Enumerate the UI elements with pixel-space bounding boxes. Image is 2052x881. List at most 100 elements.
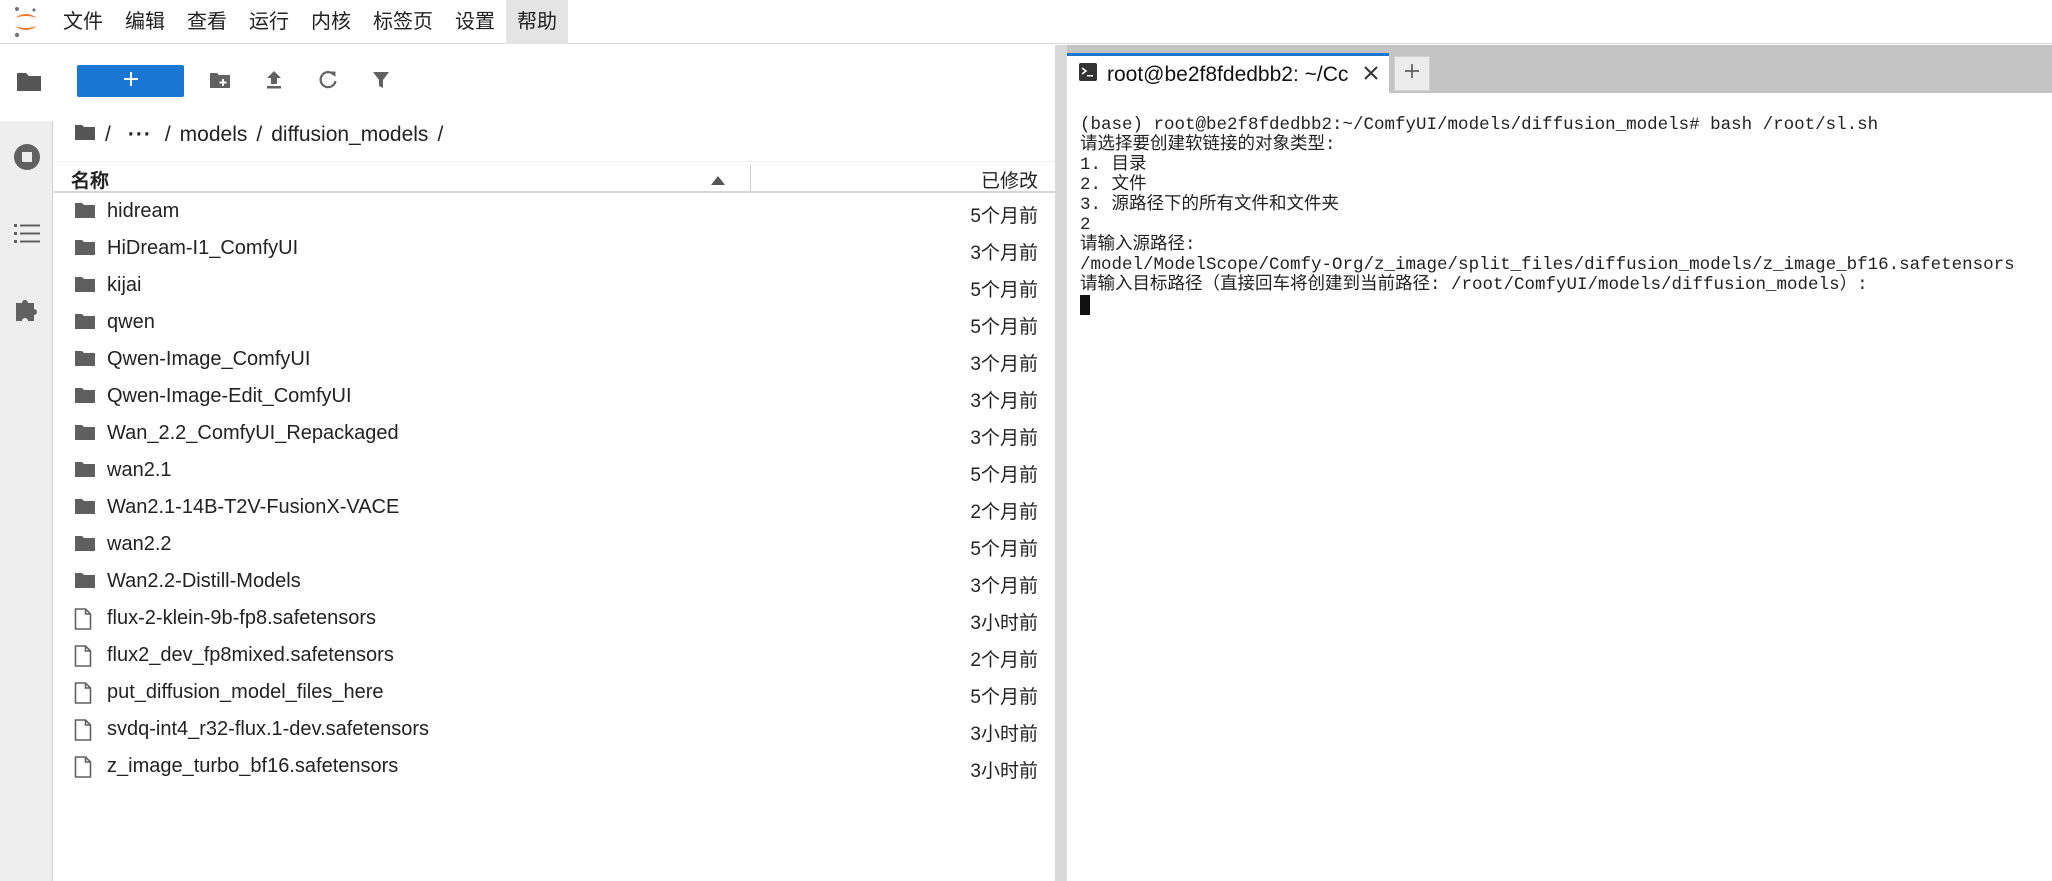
file-modified: 3个月前 — [970, 243, 1038, 264]
file-name: wan2.2 — [107, 533, 172, 555]
upload-button[interactable] — [261, 69, 287, 95]
column-header-name[interactable]: 名称 — [71, 166, 109, 193]
folder-icon — [74, 201, 96, 224]
file-list-row[interactable]: wan2.1 5个月前 — [54, 452, 1055, 489]
file-modified: 3个月前 — [970, 391, 1038, 412]
terminal-line: 1. 目录 — [1080, 155, 1147, 175]
menu-run[interactable]: 运行 — [238, 0, 300, 44]
file-list-row[interactable]: put_diffusion_model_files_here 5个月前 — [54, 674, 1055, 711]
file-modified: 5个月前 — [970, 687, 1038, 708]
file-icon — [74, 645, 92, 672]
activity-rail — [0, 45, 54, 881]
file-name: z_image_turbo_bf16.safetensors — [107, 755, 399, 777]
file-list-row[interactable]: HiDream-I1_ComfyUI 3个月前 — [54, 230, 1055, 267]
plus-icon — [1404, 63, 1420, 84]
jupyter-logo-icon[interactable] — [0, 0, 52, 44]
file-modified: 2个月前 — [970, 502, 1038, 523]
file-list-row[interactable]: svdq-int4_r32-flux.1-dev.safetensors 3小时前 — [54, 711, 1055, 748]
breadcrumb-segment-models[interactable]: models — [180, 123, 248, 147]
rail-running-button[interactable] — [0, 121, 53, 197]
menu-kernel[interactable]: 内核 — [300, 0, 362, 44]
file-list-row[interactable]: flux2_dev_fp8mixed.safetensors 2个月前 — [54, 637, 1055, 674]
terminal-line: 请选择要创建软链接的对象类型: — [1080, 135, 1336, 155]
filter-button[interactable] — [368, 69, 394, 95]
file-modified: 3个月前 — [970, 576, 1038, 597]
folder-icon — [74, 423, 96, 446]
menu-file[interactable]: 文件 — [52, 0, 114, 44]
terminal-output[interactable]: (base) root@be2f8fdedbb2:~/ComfyUI/model… — [1080, 115, 2040, 875]
file-modified: 5个月前 — [970, 206, 1038, 227]
file-list: hidream 5个月前 HiDream-I1_ComfyUI 3个月前 kijai 5个… — [54, 193, 1055, 785]
breadcrumb-root[interactable]: / — [105, 123, 111, 147]
breadcrumb-ellipsis[interactable]: ··· — [128, 123, 152, 147]
menu-settings[interactable]: 设置 — [444, 0, 506, 44]
file-name: qwen — [107, 311, 155, 333]
new-launcher-button[interactable] — [77, 65, 184, 97]
panel-split-handle[interactable] — [1055, 45, 1067, 881]
file-modified: 5个月前 — [970, 280, 1038, 301]
file-list-row[interactable]: qwen 5个月前 — [54, 304, 1055, 341]
refresh-icon — [318, 70, 338, 95]
menu-help[interactable]: 帮助 — [506, 0, 568, 44]
column-header-modified[interactable]: 已修改 — [981, 166, 1038, 193]
file-list-row[interactable]: hidream 5个月前 — [54, 193, 1055, 230]
terminal-line: 2. 文件 — [1080, 175, 1147, 195]
add-tab-button[interactable] — [1394, 56, 1430, 91]
tab-terminal[interactable]: root@be2f8fdedbb2: ~/Cc — [1067, 53, 1389, 93]
file-name: flux2_dev_fp8mixed.safetensors — [107, 644, 394, 666]
file-name: svdq-int4_r32-flux.1-dev.safetensors — [107, 718, 430, 740]
file-list-row[interactable]: Qwen-Image-Edit_ComfyUI 3个月前 — [54, 378, 1055, 415]
refresh-button[interactable] — [315, 69, 341, 95]
new-folder-button[interactable] — [207, 69, 233, 95]
file-modified: 3个月前 — [970, 428, 1038, 449]
file-modified: 3小时前 — [970, 613, 1038, 634]
file-modified: 5个月前 — [970, 539, 1038, 560]
folder-icon — [74, 238, 96, 261]
terminal-panel: root@be2f8fdedbb2: ~/Cc (base) root@be2f… — [1067, 45, 2052, 881]
file-name: Wan2.1-14B-T2V-FusionX-VACE — [107, 496, 400, 518]
file-list-row[interactable]: Wan2.2-Distill-Models 3个月前 — [54, 563, 1055, 600]
breadcrumb-segment-diffusion-models[interactable]: diffusion_models — [271, 123, 428, 147]
file-name: Qwen-Image-Edit_ComfyUI — [107, 385, 352, 407]
terminal-line: 请输入源路径: — [1080, 235, 1196, 255]
folder-icon — [74, 386, 96, 409]
file-icon — [74, 756, 92, 783]
file-list-row[interactable]: z_image_turbo_bf16.safetensors 3小时前 — [54, 748, 1055, 785]
breadcrumb-separator: / — [164, 123, 171, 146]
breadcrumb-separator: / — [256, 123, 263, 146]
file-list-row[interactable]: flux-2-klein-9b-fp8.safetensors 3小时前 — [54, 600, 1055, 637]
sort-ascending-icon[interactable] — [711, 172, 725, 190]
menu-tabs[interactable]: 标签页 — [362, 0, 444, 44]
new-folder-icon — [209, 71, 231, 94]
terminal-line: (base) root@be2f8fdedbb2:~/ComfyUI/model… — [1080, 115, 1879, 135]
folder-icon — [74, 497, 96, 520]
terminal-line: /model/ModelScope/Comfy-Org/z_image/spli… — [1080, 255, 2015, 275]
file-list-row[interactable]: Qwen-Image_ComfyUI 3个月前 — [54, 341, 1055, 378]
file-name: hidream — [107, 200, 180, 222]
file-list-row[interactable]: Wan_2.2_ComfyUI_Repackaged 3个月前 — [54, 415, 1055, 452]
file-list-row[interactable]: wan2.2 5个月前 — [54, 526, 1055, 563]
file-icon — [74, 682, 92, 709]
rail-extensions-button[interactable] — [0, 273, 53, 349]
file-list-row[interactable]: Wan2.1-14B-T2V-FusionX-VACE 2个月前 — [54, 489, 1055, 526]
column-resize-handle[interactable] — [750, 165, 751, 191]
tab-terminal-label: root@be2f8fdedbb2: ~/Cc — [1107, 62, 1349, 86]
folder-icon — [74, 571, 96, 594]
folder-icon — [74, 460, 96, 483]
menu-edit[interactable]: 编辑 — [114, 0, 176, 44]
file-list-row[interactable]: kijai 5个月前 — [54, 267, 1055, 304]
file-name: Qwen-Image_ComfyUI — [107, 348, 311, 370]
upload-icon — [265, 70, 283, 95]
rail-toc-button[interactable] — [0, 197, 53, 273]
rail-file-browser-button[interactable] — [0, 45, 54, 121]
breadcrumb-home-folder-icon[interactable] — [74, 123, 96, 147]
terminal-line: 2 — [1080, 215, 1091, 235]
close-icon[interactable] — [1363, 65, 1379, 86]
file-name: kijai — [107, 274, 142, 296]
menu-view[interactable]: 查看 — [176, 0, 238, 44]
file-icon — [74, 719, 92, 746]
filter-icon — [372, 71, 390, 94]
file-modified: 3小时前 — [970, 724, 1038, 745]
file-modified: 5个月前 — [970, 317, 1038, 338]
file-modified: 2个月前 — [970, 650, 1038, 671]
